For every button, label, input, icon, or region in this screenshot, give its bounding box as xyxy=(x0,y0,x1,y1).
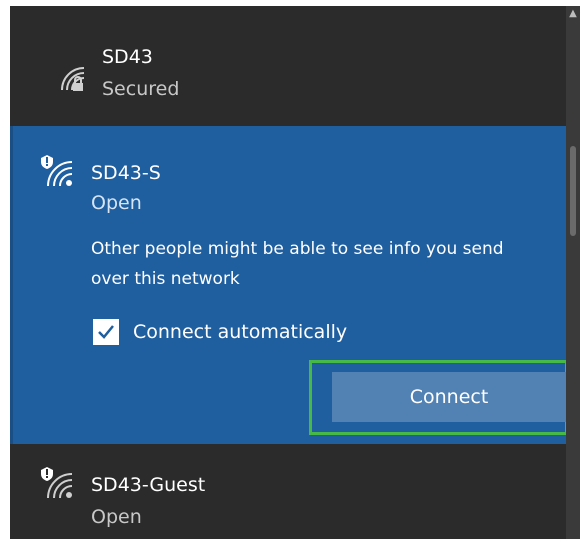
network-item-sd43-guest[interactable]: SD43-Guest Open xyxy=(10,444,566,539)
scrollbar[interactable]: ▲ xyxy=(566,6,580,539)
network-name: SD43 xyxy=(102,46,153,68)
network-item-sd43-s[interactable]: SD43-S Open Other people might be able t… xyxy=(10,126,568,444)
network-status: Open xyxy=(91,192,142,214)
wifi-open-warning-icon xyxy=(41,467,73,499)
wifi-flyout-panel: SD43 Secured SD43-S Open Other people mi… xyxy=(10,6,580,539)
wifi-secured-icon xyxy=(61,67,85,91)
network-status: Open xyxy=(91,506,142,528)
connect-automatically-row[interactable]: Connect automatically xyxy=(93,314,347,350)
network-name: SD43-S xyxy=(91,162,161,184)
checkmark-icon xyxy=(98,325,114,339)
connect-button[interactable]: Connect xyxy=(332,372,566,422)
connect-automatically-label: Connect automatically xyxy=(133,321,348,343)
scroll-thumb[interactable] xyxy=(570,146,576,236)
wifi-open-warning-icon xyxy=(41,155,73,187)
selection-accent xyxy=(10,126,13,444)
scroll-up-arrow-icon[interactable]: ▲ xyxy=(566,8,580,20)
network-status: Secured xyxy=(102,78,180,100)
security-warning-text: Other people might be able to see info y… xyxy=(91,239,504,289)
network-name: SD43-Guest xyxy=(91,474,206,496)
network-item-sd43[interactable]: SD43 Secured xyxy=(10,6,566,126)
connect-automatically-checkbox[interactable] xyxy=(93,319,119,345)
